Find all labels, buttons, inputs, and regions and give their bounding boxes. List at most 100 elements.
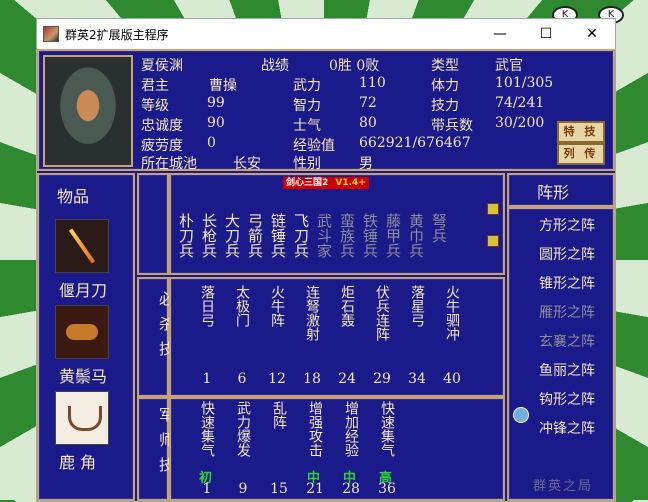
item-name: 偃月刀	[59, 281, 108, 300]
skill-name[interactable]: 炬石轰	[339, 285, 355, 327]
exp-value: 662921/676467	[359, 135, 471, 151]
tactic-level: 21	[306, 481, 324, 497]
fatigue-label: 疲劳度	[141, 138, 183, 154]
blade-icon	[68, 228, 96, 264]
window-title: 群英2扩展版主程序	[65, 27, 169, 42]
troop-type[interactable]: 朴刀兵	[177, 213, 195, 258]
biography-button[interactable]: 列 传	[557, 143, 605, 165]
selected-formation-icon	[513, 407, 529, 423]
record-label: 战绩	[261, 58, 289, 74]
special-skill-button[interactable]: 特 技	[557, 121, 605, 143]
skill-level: 6	[237, 371, 247, 387]
tactic-level: 1	[202, 481, 212, 497]
tactic-level: 28	[342, 481, 360, 497]
tactic-name[interactable]: 增加经验	[343, 401, 359, 457]
troops-value: 30/200	[495, 115, 545, 131]
skill-name[interactable]: 伏兵连阵	[374, 285, 390, 341]
level-label: 等级	[141, 98, 169, 114]
troop-type[interactable]: 武斗家	[315, 213, 333, 258]
close-button[interactable]: ✕	[569, 19, 615, 49]
troop-type[interactable]: 飞刀兵	[292, 213, 310, 258]
antler-icon	[68, 406, 102, 431]
loyalty-label: 忠诚度	[141, 118, 183, 134]
mp-label: 技力	[431, 98, 459, 114]
minimize-button[interactable]: —	[477, 19, 523, 49]
scroll-down-button[interactable]	[487, 235, 499, 247]
skill-name[interactable]: 火牛阵	[269, 285, 285, 327]
type-label: 类型	[431, 58, 459, 74]
force-label: 武力	[293, 78, 321, 94]
troop-type[interactable]: 藤甲兵	[384, 213, 402, 258]
skill-name[interactable]: 连弩激射	[304, 285, 320, 341]
exp-label: 经验值	[293, 138, 335, 154]
troop-type[interactable]: 黄巾兵	[407, 213, 425, 258]
formation-item[interactable]: 钩形之阵	[539, 389, 595, 409]
formation-item[interactable]: 玄襄之阵	[539, 331, 595, 351]
tactic-name[interactable]: 增强攻击	[307, 401, 323, 457]
skill-name[interactable]: 落星弓	[409, 285, 425, 327]
type-value: 武官	[495, 58, 523, 74]
game-screen: 夏侯渊 君主 曹操 等级 99 忠诚度 90 疲劳度 0 所在城池 长安 战绩 …	[37, 49, 615, 501]
formation-item[interactable]: 鱼丽之阵	[539, 360, 595, 380]
item-name: 黄鬃马	[59, 367, 108, 386]
general-name: 夏侯渊	[141, 58, 183, 74]
intel-label: 智力	[293, 98, 321, 114]
item-slot-accessory[interactable]	[55, 391, 109, 445]
troop-type[interactable]: 弓箭兵	[246, 213, 264, 258]
portrait	[43, 55, 133, 167]
items-header: 物品	[57, 187, 90, 206]
troop-type[interactable]: 弩兵	[430, 213, 448, 243]
morale-label: 士气	[293, 118, 321, 134]
formation-item[interactable]: 雁形之阵	[539, 302, 595, 322]
troop-type[interactable]: 大刀兵	[223, 213, 241, 258]
formation-item[interactable]: 冲锋之阵	[539, 418, 595, 438]
skill-level: 12	[268, 371, 286, 387]
force-value: 110	[359, 75, 386, 91]
intel-value: 72	[359, 95, 377, 111]
tactic-level: 36	[378, 481, 396, 497]
troop-type[interactable]: 蛮族兵	[338, 213, 356, 258]
title-bar: 群英2扩展版主程序 — ☐ ✕	[37, 19, 615, 49]
tactics-panel	[169, 397, 505, 501]
formation-item[interactable]: 方形之阵	[539, 215, 595, 235]
ruler-value: 曹操	[209, 78, 237, 94]
fatigue-value: 0	[207, 135, 216, 151]
skill-level: 40	[443, 371, 461, 387]
formation-item[interactable]: 锥形之阵	[539, 273, 595, 293]
troop-type[interactable]: 长枪兵	[200, 213, 218, 258]
skill-name[interactable]: 太极门	[234, 285, 250, 327]
level-value: 99	[207, 95, 225, 111]
skill-level: 29	[373, 371, 391, 387]
app-icon	[43, 26, 59, 42]
tactic-name[interactable]: 快速集气	[379, 401, 395, 457]
record-value: 0胜 0败	[329, 58, 380, 74]
troop-type[interactable]: 链锤兵	[269, 213, 287, 258]
formations-header: 阵形	[537, 183, 570, 202]
tactic-level: 15	[270, 481, 288, 497]
morale-value: 80	[359, 115, 377, 131]
formation-item[interactable]: 圆形之阵	[539, 244, 595, 264]
skill-level: 1	[202, 371, 212, 387]
tactic-name[interactable]: 快速集气	[199, 401, 215, 457]
skill-name[interactable]: 落日弓	[199, 285, 215, 327]
skill-level: 24	[338, 371, 356, 387]
version-badge: 剑心三国2 V1.4+	[283, 177, 369, 189]
skill-name[interactable]: 火牛驷冲	[444, 285, 460, 341]
ruler-label: 君主	[141, 78, 169, 94]
city-label: 所在城池	[141, 156, 197, 172]
gender-label: 性别	[293, 156, 321, 172]
item-name: 鹿 角	[59, 453, 97, 472]
app-window: 群英2扩展版主程序 — ☐ ✕ 夏侯渊 君主 曹操 等级 99 忠诚度 90 疲…	[36, 18, 616, 502]
city-value: 长安	[233, 156, 261, 172]
item-slot-weapon[interactable]	[55, 219, 109, 273]
maximize-button[interactable]: ☐	[523, 19, 569, 49]
mp-value: 74/241	[495, 95, 545, 111]
version-number: V1.4+	[335, 178, 366, 188]
hp-value: 101/305	[495, 75, 554, 91]
item-slot-horse[interactable]	[55, 305, 109, 359]
tactic-name[interactable]: 武力爆发	[235, 401, 251, 457]
tactic-name[interactable]: 乱阵	[271, 401, 287, 429]
scroll-up-button[interactable]	[487, 203, 499, 215]
hp-label: 体力	[431, 78, 459, 94]
troop-type[interactable]: 铁锤兵	[361, 213, 379, 258]
